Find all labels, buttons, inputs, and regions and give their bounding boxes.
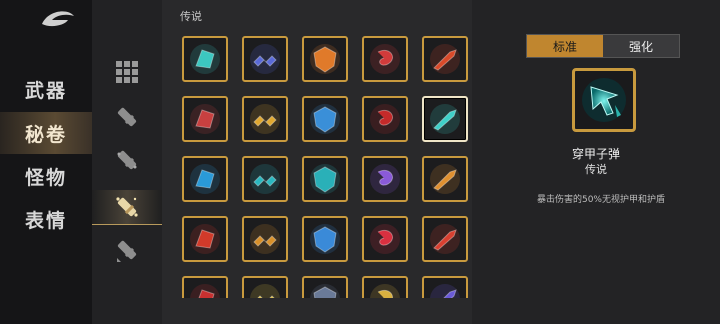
purple-crystal-icon [430, 284, 460, 298]
bullet-glow-icon [116, 197, 138, 217]
item-cell[interactable] [422, 36, 468, 82]
red-dagger-icon [190, 284, 220, 298]
nav-emotes-label: 表情 [24, 209, 67, 232]
item-cell[interactable] [182, 96, 228, 142]
grey-stone-icon [310, 284, 340, 298]
item-cell[interactable] [362, 96, 408, 142]
teal-ring-icon [310, 164, 340, 194]
item-name: 穿甲子弹 [571, 147, 620, 161]
nav-weapons[interactable]: 武器 [0, 68, 92, 110]
game-logo-icon [42, 11, 74, 27]
gold-spark-icon [250, 284, 280, 298]
gold-shield-icon [250, 224, 280, 254]
item-cell[interactable] [242, 36, 288, 82]
item-cell[interactable] [422, 156, 468, 202]
sub-category-bar [92, 0, 162, 324]
bullet-arrows-icon [117, 240, 137, 262]
nav-monsters[interactable]: 怪物 [0, 155, 92, 197]
item-cell[interactable] [362, 216, 408, 262]
teal-hook-icon [250, 164, 280, 194]
sub-rare-button[interactable] [92, 143, 162, 177]
sub-all-button[interactable] [92, 55, 162, 89]
bullet-spark-icon [117, 150, 137, 170]
red-target-icon [370, 104, 400, 134]
main-sidebar: 武器 秘卷 怪物 表情 [0, 0, 92, 324]
item-cell[interactable] [182, 156, 228, 202]
red-heart-icon [370, 224, 400, 254]
axe-icon [190, 104, 220, 134]
item-cell[interactable] [302, 276, 348, 298]
item-cell[interactable] [362, 36, 408, 82]
cyan-boot-icon [190, 44, 220, 74]
blue-cat-icon [310, 104, 340, 134]
sub-special-button[interactable] [92, 233, 162, 267]
tab-enhanced-label: 强化 [628, 39, 653, 54]
chain-icon [250, 44, 280, 74]
nav-weapons-label: 武器 [24, 79, 67, 102]
item-cell[interactable] [242, 156, 288, 202]
red-claw-icon [430, 224, 460, 254]
item-cell[interactable] [182, 36, 228, 82]
nav-monsters-label: 怪物 [24, 166, 67, 189]
grid-icon [116, 61, 138, 83]
item-cell[interactable] [182, 216, 228, 262]
item-cell[interactable] [362, 156, 408, 202]
nav-scrolls-label: 秘卷 [24, 123, 67, 146]
item-cell[interactable] [182, 276, 228, 298]
item-description: 暴击伤害的50%无视护甲和护盾 [536, 195, 665, 205]
armor-piercing-bullet-icon [430, 104, 460, 134]
nav-emotes[interactable]: 表情 [0, 198, 92, 240]
item-grid-panel: 传说 [162, 0, 472, 324]
item-cell[interactable] [422, 96, 468, 142]
orange-shield-icon [310, 44, 340, 74]
detail-panel: 标准 强化 穿甲子弹 传说 暴击伤害的50%无视护甲和护盾 [472, 0, 720, 324]
fire-arrow-icon [430, 164, 460, 194]
selected-item-preview [572, 68, 636, 132]
item-grid [182, 36, 472, 298]
armor-piercing-bullet-icon [582, 78, 626, 122]
item-cell[interactable] [242, 216, 288, 262]
red-slash-icon [190, 224, 220, 254]
tab-standard-label: 标准 [552, 39, 577, 54]
blue-pixel-icon [310, 224, 340, 254]
tab-enhanced[interactable]: 强化 [603, 35, 679, 57]
item-cell[interactable] [242, 96, 288, 142]
sub-common-button[interactable] [92, 100, 162, 134]
nav-scrolls[interactable]: 秘卷 [0, 112, 92, 154]
item-cell[interactable] [302, 96, 348, 142]
purple-dash-icon [370, 164, 400, 194]
item-cell[interactable] [362, 276, 408, 298]
blue-armor-icon [190, 164, 220, 194]
item-cell[interactable] [302, 36, 348, 82]
item-cell[interactable] [302, 156, 348, 202]
tab-standard[interactable]: 标准 [527, 35, 603, 57]
item-cell[interactable] [302, 216, 348, 262]
red-teal-swirl-icon [370, 44, 400, 74]
item-cell[interactable] [422, 216, 468, 262]
mode-tabs: 标准 强化 [526, 34, 680, 58]
section-title: 传说 [180, 10, 202, 23]
gold-swirl-icon [370, 284, 400, 298]
red-gun-icon [430, 44, 460, 74]
gold-badge-icon [250, 104, 280, 134]
sub-legendary-button[interactable] [92, 190, 162, 225]
bullet-icon [117, 107, 137, 127]
item-rarity: 传说 [585, 163, 607, 176]
item-cell[interactable] [242, 276, 288, 298]
item-cell[interactable] [422, 276, 468, 298]
